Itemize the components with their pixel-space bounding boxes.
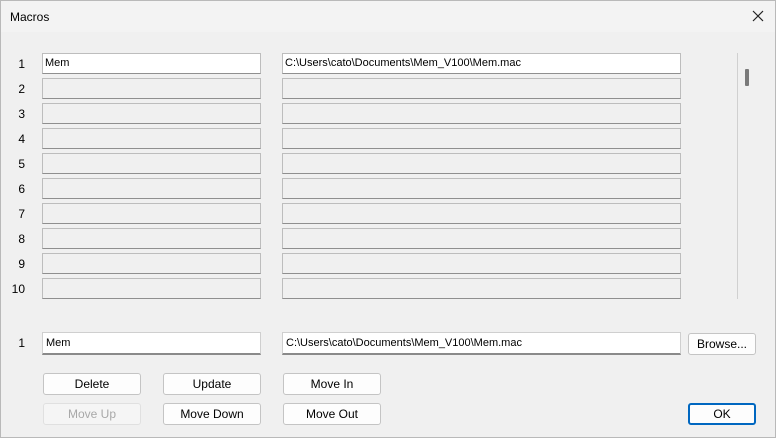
window-title: Macros [10, 10, 50, 24]
row-number: 10 [11, 282, 25, 296]
macro-name-field[interactable] [42, 178, 261, 199]
macro-path-field[interactable] [282, 203, 681, 224]
close-button[interactable] [747, 5, 769, 27]
move-in-button[interactable]: Move In [283, 373, 381, 395]
close-icon [752, 10, 764, 22]
row-number: 4 [18, 132, 25, 146]
title-bar: Macros [1, 1, 775, 32]
macro-path-field[interactable]: C:\Users\cato\Documents\Mem_V100\Mem.mac [282, 53, 681, 74]
macro-name-field[interactable] [42, 253, 261, 274]
row-number: 1 [18, 57, 25, 71]
macro-name-field[interactable] [42, 203, 261, 224]
update-button[interactable]: Update [163, 373, 261, 395]
row-number: 8 [18, 232, 25, 246]
scrollbar-thumb[interactable] [745, 69, 749, 86]
row-number: 5 [18, 157, 25, 171]
row-number: 7 [18, 207, 25, 221]
macro-name-field[interactable] [42, 128, 261, 149]
macro-path-field[interactable] [282, 103, 681, 124]
move-down-button[interactable]: Move Down [163, 403, 261, 425]
row-number: 3 [18, 107, 25, 121]
macros-dialog: Macros 1 Mem C:\Users\cato\Documents\Mem_V… [0, 0, 776, 438]
macro-name-field[interactable] [42, 153, 261, 174]
macro-name-field[interactable] [42, 228, 261, 249]
macro-name-field[interactable]: Mem [42, 53, 261, 74]
editor-row-number: 1 [18, 336, 25, 350]
row-number: 9 [18, 257, 25, 271]
macro-path-field[interactable] [282, 128, 681, 149]
macro-path-field[interactable] [282, 178, 681, 199]
macro-path-field[interactable] [282, 253, 681, 274]
macro-path-field[interactable] [282, 278, 681, 299]
move-up-button[interactable]: Move Up [43, 403, 141, 425]
macro-name-field[interactable] [42, 278, 261, 299]
row-number: 2 [18, 82, 25, 96]
delete-button[interactable]: Delete [43, 373, 141, 395]
macro-name-field[interactable] [42, 78, 261, 99]
macro-path-field[interactable] [282, 228, 681, 249]
row-number: 6 [18, 182, 25, 196]
macro-path-field[interactable] [282, 153, 681, 174]
ok-button[interactable]: OK [688, 403, 756, 425]
move-out-button[interactable]: Move Out [283, 403, 381, 425]
macro-path-field[interactable] [282, 78, 681, 99]
macro-path-input[interactable]: C:\Users\cato\Documents\Mem_V100\Mem.mac [282, 332, 681, 355]
browse-button[interactable]: Browse... [688, 333, 756, 355]
macro-name-field[interactable] [42, 103, 261, 124]
scrollbar-track[interactable] [737, 53, 738, 299]
macro-name-input[interactable]: Mem [42, 332, 261, 355]
